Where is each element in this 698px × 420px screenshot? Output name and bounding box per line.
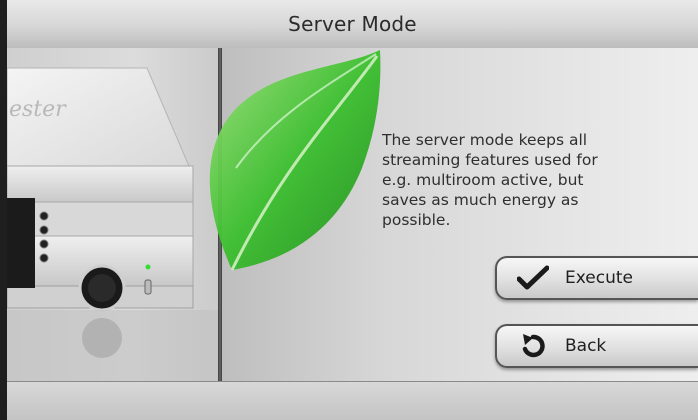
brand-engraving: ester xyxy=(9,97,67,122)
title-bar: Server Mode xyxy=(7,0,698,49)
app-frame: Server Mode ester The server mode keeps … xyxy=(7,0,698,420)
mode-description: The server mode keeps all streaming feat… xyxy=(382,130,682,230)
description-line: e.g. multiroom active, but xyxy=(382,171,584,189)
screen: Server Mode ester The server mode keeps … xyxy=(0,0,698,420)
description-line: saves as much energy as xyxy=(382,191,579,209)
execute-button[interactable]: Execute xyxy=(495,256,698,300)
description-line: streaming features used for xyxy=(382,151,598,169)
description-line: The server mode keeps all xyxy=(382,131,588,149)
page-title: Server Mode xyxy=(288,12,417,36)
back-arrow-icon xyxy=(511,332,555,360)
content-area: ester The server mode keeps all streamin… xyxy=(7,48,698,381)
back-label: Back xyxy=(565,336,607,356)
back-button[interactable]: Back xyxy=(495,324,698,368)
description-line: possible. xyxy=(382,211,451,229)
bottom-bar xyxy=(7,381,698,420)
execute-label: Execute xyxy=(565,268,633,288)
leaf-icon xyxy=(209,50,381,271)
checkmark-icon xyxy=(511,265,555,291)
